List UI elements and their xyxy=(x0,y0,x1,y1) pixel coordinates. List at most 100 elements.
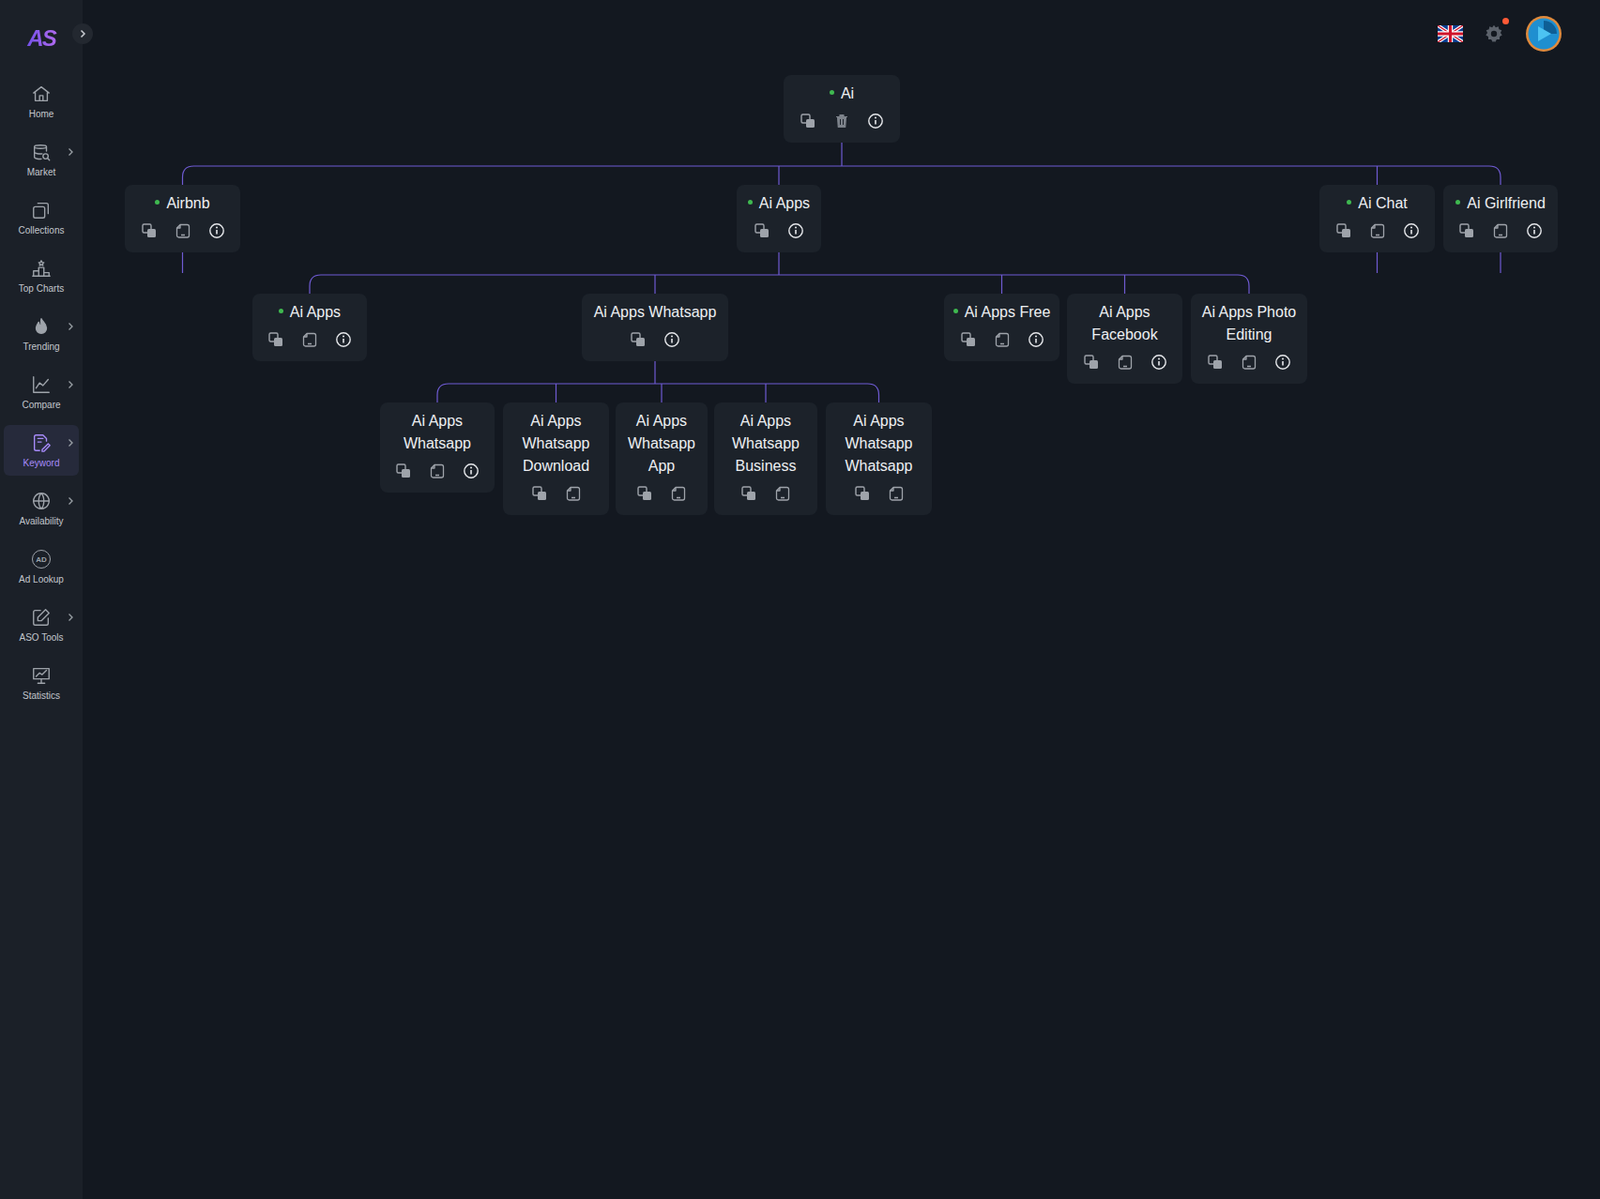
notification-dot xyxy=(1502,17,1509,25)
tree-node[interactable]: Ai Apps Facebook xyxy=(1066,293,1183,384)
sidebar-item-label: Collections xyxy=(18,225,65,236)
tree-node[interactable]: Ai Apps Whatsapp App xyxy=(615,402,708,516)
tree-node[interactable]: Ai Girlfriend xyxy=(1443,184,1558,253)
sidebar-nav: Home Market Collections Top Charts Trending C… xyxy=(3,76,79,709)
tree-node[interactable]: Ai Apps Whatsapp xyxy=(581,293,729,362)
info-icon[interactable] xyxy=(1150,353,1168,371)
note-icon[interactable] xyxy=(774,485,792,503)
main: AiAirbnbAi AppsAi AppsAi Apps WhatsappAi… xyxy=(82,0,1600,1199)
sidebar-item[interactable]: Statistics xyxy=(3,657,79,709)
sidebar-item[interactable]: Availability xyxy=(3,483,79,534)
sidebar-item[interactable]: Home xyxy=(3,76,79,127)
nav-icon xyxy=(30,607,52,628)
sidebar-item[interactable]: Market xyxy=(3,134,79,185)
copy-icon[interactable] xyxy=(1458,222,1476,240)
note-icon[interactable] xyxy=(1240,353,1258,371)
info-icon[interactable] xyxy=(208,222,226,240)
note-icon[interactable] xyxy=(301,331,319,349)
copy-icon[interactable] xyxy=(799,112,817,130)
copy-icon[interactable] xyxy=(1082,353,1100,371)
info-icon[interactable] xyxy=(1027,331,1045,349)
info-icon[interactable] xyxy=(1402,222,1420,240)
info-icon[interactable] xyxy=(787,222,805,240)
node-label: Ai Apps Whatsapp Download xyxy=(508,410,604,478)
sidebar-item[interactable]: Trending xyxy=(3,308,79,360)
nav-icon xyxy=(30,374,52,396)
node-actions xyxy=(799,112,884,130)
note-icon[interactable] xyxy=(428,462,446,480)
copy-icon[interactable] xyxy=(140,222,158,240)
info-icon[interactable] xyxy=(1525,222,1543,240)
tree-node[interactable]: Ai Apps Whatsapp Download xyxy=(502,402,610,516)
tree-node[interactable]: Ai Apps Photo Editing xyxy=(1190,293,1308,384)
node-label: Ai Apps Whatsapp Whatsapp xyxy=(831,410,927,478)
copy-icon[interactable] xyxy=(1206,353,1224,371)
gear-icon xyxy=(1483,23,1505,45)
note-icon[interactable] xyxy=(670,485,687,503)
note-icon[interactable] xyxy=(1369,222,1387,240)
chevron-right-icon xyxy=(65,147,76,157)
copy-icon[interactable] xyxy=(740,485,758,503)
sidebar: ASHome Market Collections Top Charts Trendin… xyxy=(0,0,83,1199)
tree-node[interactable]: Airbnb xyxy=(124,184,241,253)
node-label: Ai Girlfriend xyxy=(1455,192,1546,215)
sidebar-item-label: Ad Lookup xyxy=(18,574,64,585)
tree-node[interactable]: Ai Apps Whatsapp Business xyxy=(714,402,818,516)
note-icon[interactable] xyxy=(993,331,1011,349)
note-icon[interactable] xyxy=(1116,353,1134,371)
connector-line xyxy=(660,383,662,403)
sidebar-item[interactable]: Compare xyxy=(3,366,79,418)
info-icon[interactable] xyxy=(663,331,681,349)
status-dot xyxy=(278,308,284,314)
node-label: Ai Apps Whatsapp Business xyxy=(719,410,812,478)
sidebar-item[interactable]: ASO Tools xyxy=(3,599,79,651)
avatar-icon[interactable] xyxy=(1524,15,1563,53)
tree-node[interactable]: Ai Apps Free xyxy=(944,293,1060,362)
nav-icon xyxy=(30,665,52,686)
info-icon[interactable] xyxy=(335,331,352,349)
info-icon[interactable] xyxy=(867,112,884,130)
tree-node[interactable]: Ai Apps xyxy=(252,293,367,362)
copy-icon[interactable] xyxy=(267,331,285,349)
sidebar-item-label: Market xyxy=(27,167,57,178)
info-icon[interactable] xyxy=(1274,353,1292,371)
tree-node[interactable]: Ai Apps Whatsapp Whatsapp xyxy=(825,402,932,516)
sidebar-item[interactable]: ADAd Lookup xyxy=(3,541,79,593)
copy-icon[interactable] xyxy=(636,485,654,503)
logo[interactable]: AS xyxy=(23,0,59,77)
note-icon[interactable] xyxy=(174,222,192,240)
note-icon[interactable] xyxy=(1492,222,1509,240)
copy-icon[interactable] xyxy=(1335,222,1353,240)
settings-button[interactable] xyxy=(1483,23,1505,45)
sidebar-item[interactable]: Keyword xyxy=(3,425,79,476)
uk-flag-icon[interactable] xyxy=(1437,25,1463,43)
tree-node[interactable]: Ai Chat xyxy=(1319,184,1435,253)
node-actions xyxy=(140,222,226,240)
copy-icon[interactable] xyxy=(395,462,412,480)
tree-node[interactable]: Ai Apps xyxy=(736,184,822,253)
copy-icon[interactable] xyxy=(629,331,647,349)
node-label: Ai Chat xyxy=(1346,192,1407,215)
node-label: Ai Apps Facebook xyxy=(1072,301,1177,347)
sidebar-item[interactable]: Top Charts xyxy=(3,250,79,302)
node-actions xyxy=(960,331,1045,349)
sidebar-toggle[interactable] xyxy=(72,23,93,45)
copy-icon[interactable] xyxy=(960,331,977,349)
copy-icon[interactable] xyxy=(853,485,871,503)
tree-node[interactable]: Ai Apps Whatsapp xyxy=(380,402,495,493)
connector-line xyxy=(1124,274,1126,294)
note-icon[interactable] xyxy=(564,485,582,503)
copy-icon[interactable] xyxy=(531,485,549,503)
sidebar-item[interactable]: Collections xyxy=(3,192,79,244)
tree-node[interactable]: Ai xyxy=(783,75,900,143)
chevron-right-icon xyxy=(65,612,76,623)
node-actions xyxy=(740,485,792,503)
info-icon[interactable] xyxy=(462,462,480,480)
trash-icon[interactable] xyxy=(833,112,851,130)
copy-icon[interactable] xyxy=(753,222,771,240)
node-actions xyxy=(636,485,687,503)
note-icon[interactable] xyxy=(887,485,905,503)
connector-line xyxy=(654,274,656,294)
sidebar-item-label: Availability xyxy=(18,516,63,527)
chevron-right-icon xyxy=(65,496,76,506)
